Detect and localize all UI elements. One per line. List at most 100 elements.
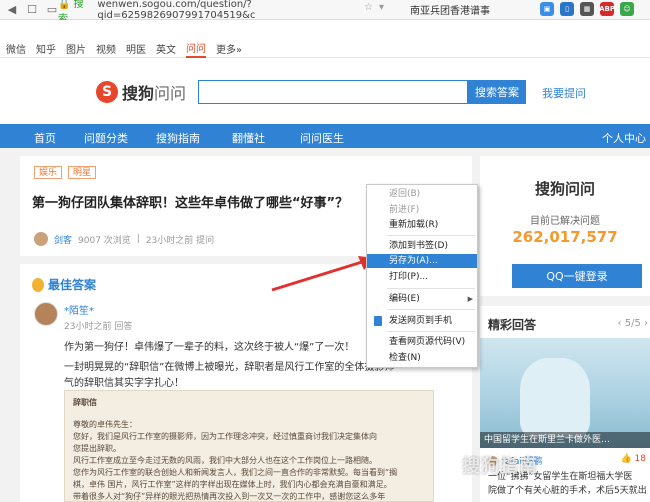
- dropdown-icon[interactable]: ▾: [379, 2, 384, 13]
- menu-save-as[interactable]: 另存为(A)...: [367, 254, 477, 268]
- asker-name[interactable]: 剑客: [54, 233, 72, 246]
- menu-print[interactable]: 打印(P)...: [367, 270, 477, 284]
- featured-title: 精彩回答: [488, 318, 537, 332]
- view-count: 9007 次浏览: [78, 235, 131, 246]
- solved-count: 262,017,577: [512, 228, 618, 246]
- tag-entertainment[interactable]: 娱乐: [34, 166, 63, 179]
- qq-login-button[interactable]: QQ一键登录: [512, 264, 642, 288]
- medal-icon: [32, 277, 44, 292]
- letter-title: 辞职信: [73, 398, 97, 407]
- best-answer-label: 最佳答案: [48, 278, 97, 292]
- letter-line: 您好，我们是风行工作室的摄影师，因为工作理念冲突，经过慎重商讨我们决定集体向: [73, 432, 377, 441]
- menu-encoding-label: 编码(E): [389, 294, 420, 304]
- address-actions: ☆ ▾: [364, 2, 384, 13]
- question-meta: 剑客 9007 次浏览 | 23小时之前 提问: [34, 232, 214, 246]
- logo-text: 搜狗问问: [122, 80, 186, 104]
- letter-line: 您提出辞职。: [73, 444, 121, 453]
- menu-forward[interactable]: 前进(F): [367, 203, 477, 217]
- featured-image[interactable]: 中国留学生在斯里兰卡做外医…: [480, 338, 650, 448]
- menu-reload[interactable]: 重新加载(R): [367, 218, 477, 232]
- menu-add-bookmark[interactable]: 添加到书签(D): [367, 239, 477, 253]
- back-icon[interactable]: ◀: [4, 2, 20, 18]
- ask-time: 23小时之前 提问: [145, 235, 215, 246]
- letter-line: 棋，卓伟 国片，风行工作室”这样的字样出现在媒体上时，我们内心都会充满自豪和满足…: [73, 480, 392, 489]
- logo-main: 搜狗: [122, 84, 155, 103]
- main-nav: 首页 问题分类 搜狗指南 翻懂社 问问医生 个人中心: [0, 124, 650, 148]
- nav-user-center[interactable]: 个人中心: [602, 130, 646, 146]
- star-icon[interactable]: ☆: [364, 2, 373, 13]
- menu-divider: [387, 331, 475, 332]
- answerer-name[interactable]: *陌笙*: [64, 302, 132, 317]
- featured-text-line: 院做了个有关心脏的手术，术后5天就出: [488, 486, 647, 496]
- like-number: 18: [634, 454, 646, 464]
- context-menu: 返回(B) 前进(F) 重新加载(R) 添加到书签(D) 另存为(A)... 打…: [366, 184, 478, 368]
- nav-sogou-guide[interactable]: 搜狗指南: [156, 130, 200, 146]
- menu-inspect[interactable]: 检查(N): [367, 351, 477, 365]
- browser-search-text: 南亚兵团香港谱事: [410, 6, 490, 17]
- menu-encoding[interactable]: 编码(E) ▶: [367, 292, 477, 306]
- sidebar-stats-card: 搜狗问问 目前已解决问题 262,017,577 QQ一键登录: [480, 156, 650, 296]
- nav-categories[interactable]: 问题分类: [84, 130, 128, 146]
- featured-caption: 中国留学生在斯里兰卡做外医…: [480, 432, 650, 448]
- answerer-avatar[interactable]: [34, 302, 58, 326]
- phone-ext-icon[interactable]: ▯: [560, 2, 574, 16]
- nav-doctor[interactable]: 问问医生: [300, 130, 344, 146]
- site-header: S 搜狗问问 搜索答案 我要提问: [0, 58, 650, 124]
- toplink-zhihu[interactable]: 知乎: [36, 41, 56, 56]
- menu-send-to-phone[interactable]: 发送网页到手机: [367, 314, 477, 328]
- extension-icons: ▣ ▯ ▦ ABP ☺: [540, 2, 634, 16]
- search-input[interactable]: [198, 80, 468, 104]
- resignation-letter-image: 辞职信 尊敬的卓伟先生： 您好，我们是风行工作室的摄影师，因为工作理念冲突，经过…: [64, 390, 434, 502]
- nav-club[interactable]: 翻懂社: [232, 130, 265, 146]
- sidebar-title: 搜狗问问: [534, 180, 595, 198]
- prev-arrow-icon[interactable]: ‹: [618, 318, 622, 329]
- solved-label: 目前已解决问题: [530, 216, 600, 227]
- browser-toolbar: ◀ ☐ ▭ 🔒 搜索 wenwen.sogou.com/question/?qi…: [0, 0, 650, 25]
- grid-ext-icon[interactable]: ▦: [580, 2, 594, 16]
- logo-s-icon: S: [96, 81, 118, 103]
- menu-divider: [387, 288, 475, 289]
- next-arrow-icon[interactable]: ›: [644, 318, 648, 329]
- browser-search-input[interactable]: 南亚兵团香港谱事: [410, 2, 540, 17]
- toplink-images[interactable]: 图片: [66, 41, 86, 56]
- best-answer-heading: 最佳答案: [32, 276, 96, 293]
- search-answer-button[interactable]: 搜索答案: [468, 80, 526, 104]
- toplink-weixin[interactable]: 微信: [6, 41, 26, 56]
- question-tags: 娱乐 明星: [34, 166, 97, 179]
- tag-celebrity[interactable]: 明星: [68, 166, 97, 179]
- separator: |: [136, 234, 140, 244]
- like-count: 👍 18: [620, 454, 646, 464]
- smiley-ext-icon[interactable]: ☺: [620, 2, 634, 16]
- menu-divider: [387, 309, 475, 310]
- menu-divider: [387, 235, 475, 236]
- adblock-icon[interactable]: ABP: [599, 2, 615, 16]
- letter-line: 带着很多人对“狗仔”异样的眼光把热情再次投入到一次又一次的工作中，感谢您这么多年: [73, 492, 386, 501]
- ask-question-link[interactable]: 我要提问: [542, 85, 586, 101]
- toplink-english[interactable]: 英文: [156, 41, 176, 56]
- featured-pager: ‹ 5/5 ›: [618, 318, 648, 329]
- submenu-arrow-icon: ▶: [467, 295, 473, 303]
- sogou-wenwen-logo[interactable]: S 搜狗问问: [96, 80, 186, 104]
- logo-sub: 问问: [154, 84, 187, 103]
- toplink-wenwen[interactable]: 问问: [186, 40, 206, 58]
- answerer: *陌笙* 23小时之前 回答: [34, 302, 132, 332]
- phone-icon: [374, 316, 382, 326]
- answer-time: 23小时之前 回答: [64, 322, 133, 332]
- menu-view-source[interactable]: 查看网页源代码(V): [367, 335, 477, 349]
- question-title: 第一狗仔团队集体辞职！这些年卓伟做了哪些“好事”？: [32, 196, 349, 211]
- nav-home[interactable]: 首页: [34, 130, 56, 146]
- browser-tabstrip: [0, 20, 650, 40]
- address-bar[interactable]: 🔒 搜索 wenwen.sogou.com/question/?qid=6259…: [58, 0, 408, 25]
- menu-back[interactable]: 返回(B): [367, 187, 477, 201]
- toplink-video[interactable]: 视频: [96, 41, 116, 56]
- watermark: 搜狗指南: [462, 456, 538, 477]
- surgeon-figure: [520, 358, 590, 438]
- toplink-more[interactable]: 更多»: [216, 41, 242, 56]
- extension-icon[interactable]: ▣: [540, 2, 554, 16]
- toplink-mingyi[interactable]: 明医: [126, 41, 146, 56]
- letter-line: 尊敬的卓伟先生：: [73, 420, 137, 429]
- asker-avatar[interactable]: [34, 232, 48, 246]
- bookmark-icon[interactable]: ☐: [24, 2, 40, 18]
- letter-line: 风行工作室成立至今走过无数的风雨，我们中大部分人也在这个工作岗位上一路相随。: [73, 456, 377, 465]
- menu-send-to-phone-label: 发送网页到手机: [389, 316, 453, 326]
